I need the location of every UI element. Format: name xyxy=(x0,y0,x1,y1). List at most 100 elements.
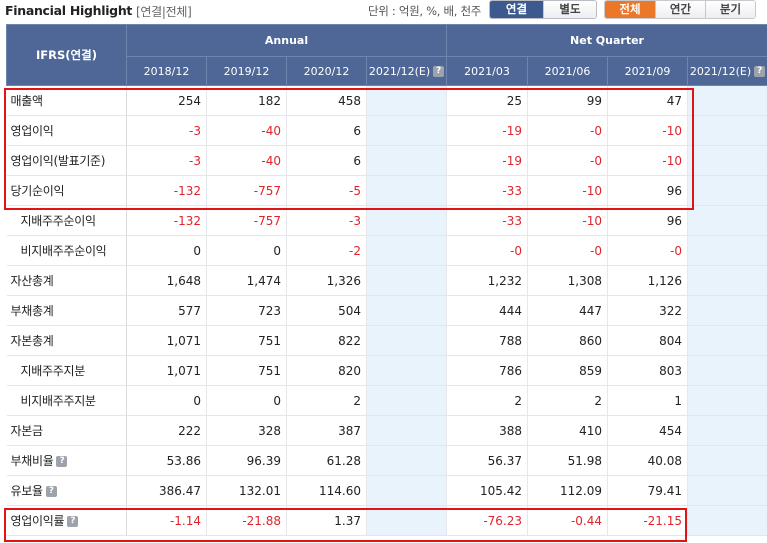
table-cell: -757 xyxy=(206,175,287,206)
table-cell xyxy=(687,325,767,356)
table-cell xyxy=(687,295,767,326)
table-cell: 6 xyxy=(286,145,367,176)
tab-annual[interactable]: 연간 xyxy=(655,1,705,18)
table-cell: 1,232 xyxy=(446,265,529,296)
row-label-text: 영업이익률 xyxy=(10,514,65,528)
table-cell: 444 xyxy=(446,295,529,326)
table-cell xyxy=(687,205,767,236)
column-header-label: 2021/06 xyxy=(544,64,591,78)
table-cell xyxy=(366,325,448,356)
row-label: 자산총계 xyxy=(6,265,127,296)
table-cell xyxy=(687,235,767,266)
question-icon[interactable]: ? xyxy=(56,456,68,467)
table-cell: 859 xyxy=(527,355,609,386)
table-cell: 0 xyxy=(126,235,207,266)
row-label-text: 지배주주순이익 xyxy=(20,214,96,228)
tab-consolidated[interactable]: 연결 xyxy=(490,1,543,18)
tab-quarterly[interactable]: 분기 xyxy=(705,1,755,18)
table-cell: 96 xyxy=(607,205,689,236)
column-header: 2021/09 xyxy=(607,56,689,86)
table-cell xyxy=(366,505,448,536)
question-icon[interactable]: ? xyxy=(45,486,57,497)
table-cell xyxy=(366,175,448,206)
table-cell xyxy=(366,85,448,116)
table-cell: 860 xyxy=(527,325,609,356)
row-label: 유보율? xyxy=(6,475,127,506)
table-cell: -132 xyxy=(126,205,207,236)
table-cell: 388 xyxy=(446,415,529,446)
table-cell: 328 xyxy=(206,415,287,446)
table-cell: -19 xyxy=(446,145,529,176)
question-icon[interactable]: ? xyxy=(754,66,766,77)
table-cell: -0.44 xyxy=(527,505,609,536)
row-label-text: 유보율 xyxy=(10,484,44,498)
table-cell xyxy=(366,145,448,176)
table-cell: 56.37 xyxy=(446,445,529,476)
table-cell: 99 xyxy=(527,85,609,116)
table-cell: 222 xyxy=(126,415,207,446)
table-cell: -132 xyxy=(126,175,207,206)
table-row: 부채비율? 53.86 96.39 61.28 56.37 51.98 40.08 xyxy=(6,445,767,476)
table-cell: 96.39 xyxy=(206,445,287,476)
row-label: 비지배주주순이익 xyxy=(6,235,127,266)
table-cell: -3 xyxy=(286,205,367,236)
row-label: 영업이익(발표기준) xyxy=(6,145,127,176)
table-cell: 254 xyxy=(126,85,207,116)
consolidation-toggle: 연결 별도 xyxy=(489,0,597,19)
corner-header: IFRS(연결) xyxy=(6,24,127,86)
table-row: 자산총계 1,648 1,474 1,326 1,232 1,308 1,126 xyxy=(6,265,767,296)
table-cell: 40.08 xyxy=(607,445,689,476)
row-label-text: 당기순이익 xyxy=(10,184,65,198)
table-cell: -10 xyxy=(607,145,689,176)
row-label: 지배주주순이익 xyxy=(6,205,127,236)
table-cell xyxy=(366,385,448,416)
column-header-label: 2021/12(E) xyxy=(368,64,431,78)
table-cell: 454 xyxy=(607,415,689,446)
table-row: 매출액 254 182 458 25 99 47 xyxy=(6,85,767,116)
table-cell: 822 xyxy=(286,325,367,356)
table-cell xyxy=(687,505,767,536)
column-header-label: 2018/12 xyxy=(143,64,190,78)
column-header: 2018/12 xyxy=(126,56,207,86)
question-icon[interactable]: ? xyxy=(433,66,445,77)
question-icon[interactable]: ? xyxy=(67,516,79,527)
column-header-label: 2020/12 xyxy=(303,64,350,78)
page-title: Financial Highlight xyxy=(5,3,133,18)
table-row: 부채총계 577 723 504 444 447 322 xyxy=(6,295,767,326)
table-cell: -3 xyxy=(126,145,207,176)
row-label-text: 자본총계 xyxy=(10,334,54,348)
table-cell: 458 xyxy=(286,85,367,116)
table-cell xyxy=(366,265,448,296)
table-cell xyxy=(687,475,767,506)
row-label-text: 비지배주주지분 xyxy=(20,394,96,408)
table-cell: 1,326 xyxy=(286,265,367,296)
table-cell: 2 xyxy=(527,385,609,416)
table-cell: 105.42 xyxy=(446,475,529,506)
column-header: 2021/03 xyxy=(446,56,529,86)
table-cell: -0 xyxy=(527,235,609,266)
table-cell: 114.60 xyxy=(286,475,367,506)
table-cell: -2 xyxy=(286,235,367,266)
tab-all[interactable]: 전체 xyxy=(605,1,655,18)
table-cell xyxy=(687,385,767,416)
tab-separate[interactable]: 별도 xyxy=(543,1,596,18)
table-cell xyxy=(366,445,448,476)
table-cell: -33 xyxy=(446,205,529,236)
table-cell xyxy=(687,265,767,296)
table-cell xyxy=(366,115,448,146)
table-cell: 387 xyxy=(286,415,367,446)
table-cell: 788 xyxy=(446,325,529,356)
table-cell: -0 xyxy=(607,235,689,266)
table-cell: -76.23 xyxy=(446,505,529,536)
table-row: 지배주주순이익 -132 -757 -3 -33 -10 96 xyxy=(6,205,767,236)
table-cell: 132.01 xyxy=(206,475,287,506)
table-cell: -0 xyxy=(527,145,609,176)
row-label-text: 영업이익 xyxy=(10,124,54,138)
table-cell: -1.14 xyxy=(126,505,207,536)
page-subtitle: [연결|전체] xyxy=(136,5,192,19)
table-row: 당기순이익 -132 -757 -5 -33 -10 96 xyxy=(6,175,767,206)
table-cell: -3 xyxy=(126,115,207,146)
table-cell: 1.37 xyxy=(286,505,367,536)
table-cell: 0 xyxy=(206,235,287,266)
table-cell: 322 xyxy=(607,295,689,326)
